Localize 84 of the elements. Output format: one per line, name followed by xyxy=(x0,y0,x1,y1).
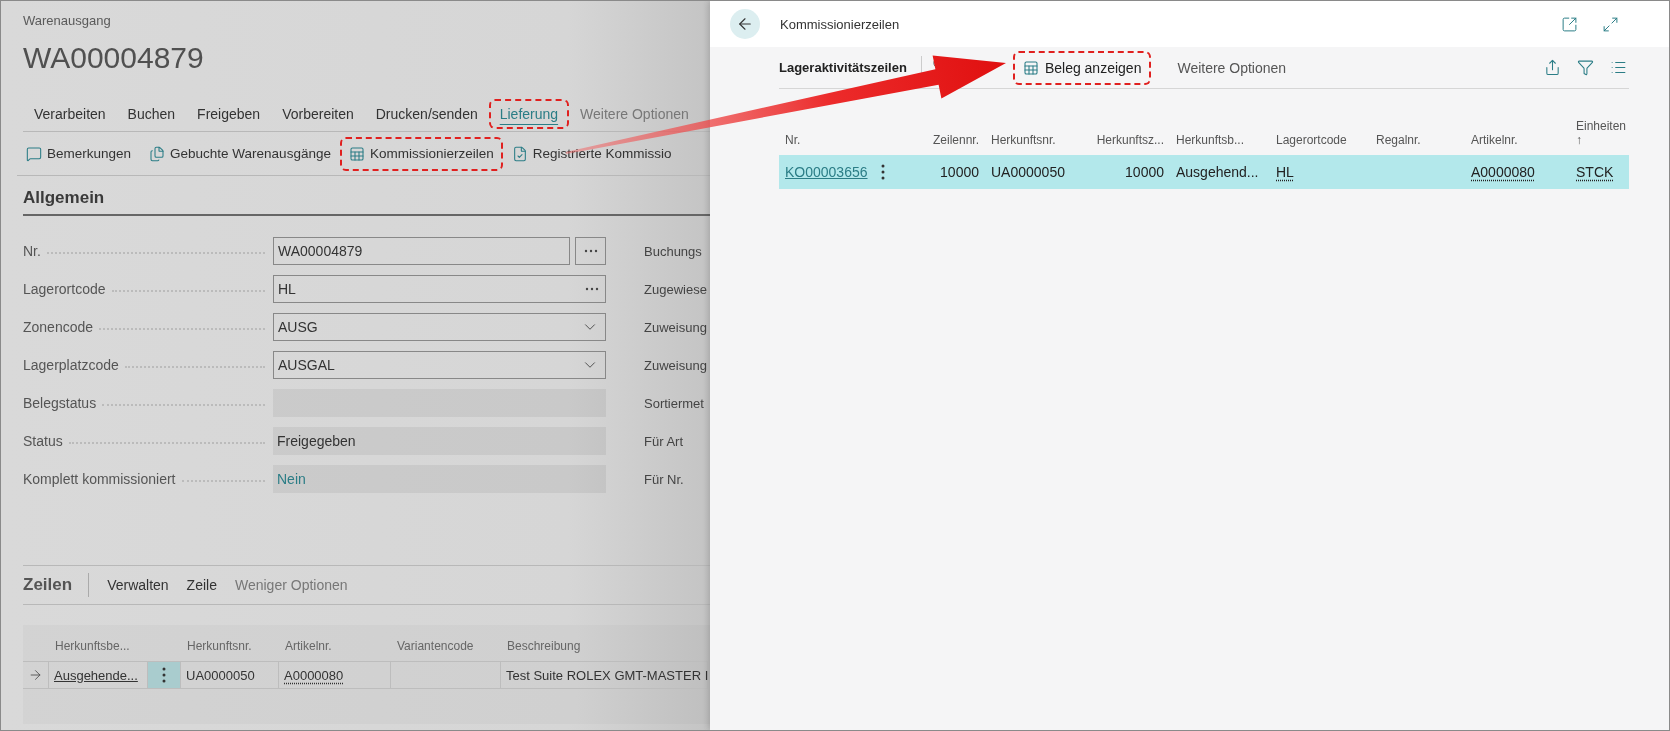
column-header: Lagerortcode xyxy=(1276,133,1347,147)
field-label: Belegstatus xyxy=(23,395,97,411)
filter-button[interactable] xyxy=(1575,57,1596,78)
field-label: Zonencode xyxy=(23,319,94,335)
field-label: Nr. xyxy=(23,243,41,259)
field-label: Zugewiese xyxy=(644,281,707,297)
ellipsis-icon xyxy=(583,249,598,253)
sort-indicator: ↑ xyxy=(1576,133,1582,147)
menu-tab[interactable]: Vorbereiten xyxy=(275,103,361,124)
table-cell-text: 10000 xyxy=(939,163,980,182)
column-header: Herkunftsz... xyxy=(1096,133,1164,147)
back-button[interactable] xyxy=(730,9,760,39)
field-label: Status xyxy=(23,433,63,449)
breadcrumb: Warenausgang xyxy=(23,13,112,28)
column-header: Herkunftsnr. xyxy=(991,133,1056,147)
row-arrow-icon xyxy=(28,667,43,683)
lookup-value[interactable]: HL xyxy=(1276,164,1294,180)
panel-title: Kommissionierzeilen xyxy=(780,16,901,32)
input-field[interactable]: HL xyxy=(273,275,606,303)
expand-icon xyxy=(1602,15,1619,33)
link[interactable]: Ausgehende... xyxy=(54,667,138,683)
column-header: Nr. xyxy=(785,133,801,147)
table-edit-icon xyxy=(1022,59,1039,76)
column-header: Artikelnr. xyxy=(284,638,333,655)
dropdown-field[interactable]: AUSGAL xyxy=(273,351,606,379)
column-header: Artikelnr. xyxy=(1471,133,1518,147)
table-cell: UA0000050 xyxy=(181,661,279,689)
field-label: Für Art xyxy=(644,433,683,449)
field-label: Lagerortcode xyxy=(23,281,106,297)
lookup-value[interactable]: STCK xyxy=(1576,164,1614,180)
more-icon xyxy=(881,164,885,180)
field-label: Für Nr. xyxy=(644,471,684,487)
column-header: Zeilennr. xyxy=(932,133,979,147)
filter-icon xyxy=(1577,59,1594,76)
field-label: Lagerplatzcode xyxy=(23,357,119,373)
menu-tab[interactable]: Freigeben xyxy=(190,103,268,124)
section-title: Allgemein xyxy=(23,188,710,216)
share-icon xyxy=(1544,59,1561,76)
readonly-field: Freigegeben xyxy=(273,427,606,455)
toolbar-button[interactable]: Beleg anzeigen xyxy=(1016,55,1148,80)
table-row[interactable]: KO00003656 10000 UA0000050 10000 Ausgehend... HL A0000080 STCK xyxy=(779,155,1629,189)
document-check-icon xyxy=(511,145,528,162)
menu-tab[interactable]: Verarbeiten xyxy=(27,103,113,124)
more-icon xyxy=(162,667,166,683)
action-button[interactable]: Bemerkungen xyxy=(21,141,137,166)
field-label: Zuweisung xyxy=(644,357,707,373)
lookup-button[interactable] xyxy=(575,237,606,265)
table-icon xyxy=(348,145,365,162)
page-title: WA00004879 xyxy=(23,40,205,76)
lookup-value[interactable]: A0000080 xyxy=(1471,164,1535,180)
field-label: Komplett kommissioniert xyxy=(23,471,176,487)
table-cell-text: UA0000050 xyxy=(990,163,1066,182)
documents-icon xyxy=(149,145,166,162)
menu-tab[interactable]: Drucken/senden xyxy=(368,103,485,124)
column-header: Herkunftsnr. xyxy=(186,638,253,655)
menu-tab[interactable]: Buchen xyxy=(120,103,183,124)
dropdown-field[interactable]: AUSG xyxy=(273,313,606,341)
input-field[interactable]: WA00004879 xyxy=(273,237,570,265)
column-header: Beschreibung xyxy=(506,638,582,655)
column-header: Einheiten xyxy=(1576,119,1627,133)
comment-icon xyxy=(26,145,42,162)
menu-tab[interactable]: Zeile xyxy=(186,577,217,593)
column-header: Variantencode xyxy=(396,638,475,655)
table-cell-text: 10000 xyxy=(1124,163,1165,182)
list-icon xyxy=(1610,59,1627,76)
table-cell: Test Suite ROLEX GMT-MASTER I xyxy=(501,661,708,689)
readonly-field: Nein xyxy=(273,465,606,493)
action-button[interactable]: Kommissionierzeilen xyxy=(343,141,499,166)
column-header: Herkunftsbe... xyxy=(54,638,131,655)
field-label: Buchungs xyxy=(644,243,702,259)
column-header: Regalnr. xyxy=(1376,133,1421,147)
menu-tab[interactable]: Verwalten xyxy=(107,577,169,593)
column-header: Herkunftsb... xyxy=(1176,133,1245,147)
field-label: Zuweisung xyxy=(644,319,707,335)
toolbar-button[interactable]: Weitere Optionen xyxy=(1171,55,1293,80)
link[interactable]: KO00003656 xyxy=(785,164,868,180)
open-window-icon xyxy=(1561,15,1578,33)
action-button[interactable]: Registrierte Kommissio xyxy=(506,141,677,166)
lookup-value[interactable]: A0000080 xyxy=(284,667,344,683)
table-cell-text: Ausgehend... xyxy=(1175,163,1260,182)
section-title: Zeilen xyxy=(23,573,90,597)
field-label: Sortiermet xyxy=(644,395,704,411)
action-button[interactable]: Gebuchte Warenausgänge xyxy=(144,141,336,166)
ellipsis-icon xyxy=(585,287,599,291)
